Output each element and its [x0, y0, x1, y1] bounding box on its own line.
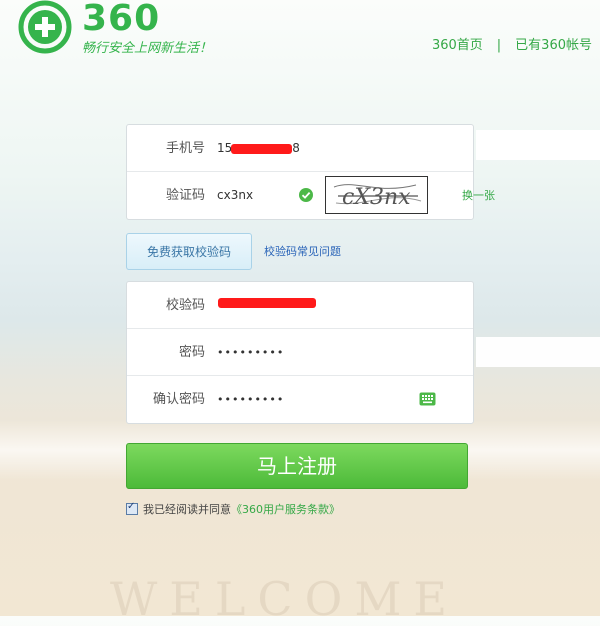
phone-label: 手机号 — [165, 141, 205, 156]
background-strip — [476, 130, 600, 160]
logo-icon — [18, 0, 72, 54]
captcha-image-text: cX3nx — [342, 185, 411, 210]
sand-welcome-text: WELCOME — [110, 572, 459, 626]
phone-suffix: 8 — [292, 141, 300, 155]
confirm-password-label: 确认密码 — [152, 392, 205, 407]
phone-prefix: 15 — [217, 141, 233, 155]
captcha-input[interactable]: cx3nx — [217, 172, 253, 219]
phone-redaction — [231, 144, 292, 154]
captcha-image[interactable]: cX3nx — [325, 176, 428, 214]
check-icon — [299, 188, 313, 202]
verify-code-redaction — [218, 298, 316, 308]
header: 360 畅行安全上网新生活！ 360首页 | 已有360帐号 — [0, 0, 600, 62]
confirm-password-input[interactable]: ••••••••• — [217, 376, 284, 423]
nav-home-link[interactable]: 360首页 — [432, 38, 483, 53]
password-input[interactable]: ••••••••• — [217, 329, 284, 376]
agreement-checkbox[interactable] — [126, 501, 138, 515]
phone-row: 手机号 15 8 — [127, 125, 473, 172]
captcha-label: 验证码 — [165, 188, 205, 203]
password-row: 密码 ••••••••• — [127, 329, 473, 376]
top-nav: 360首页 | 已有360帐号 — [432, 34, 592, 53]
verify-code-row: 校验码 — [127, 282, 473, 329]
code-faq-link[interactable]: 校验码常见问题 — [264, 243, 341, 259]
terms-link[interactable]: 《360用户服务条款》 — [231, 503, 340, 516]
background-strip — [476, 337, 600, 367]
refresh-captcha-link[interactable]: 换一张 — [462, 172, 495, 219]
confirm-password-row: 确认密码 ••••••••• — [127, 376, 473, 423]
logo-text: 360 — [82, 0, 161, 39]
keyboard-icon[interactable] — [419, 392, 436, 406]
password-label: 密码 — [178, 345, 205, 360]
nav-separator: | — [496, 38, 502, 53]
register-button[interactable]: 马上注册 — [126, 443, 468, 489]
slogan: 畅行安全上网新生活！ — [82, 41, 213, 56]
nav-login-link[interactable]: 已有360帐号 — [515, 38, 592, 53]
phone-captcha-group: 手机号 15 8 验证码 cx3nx cX3nx 换一张 — [126, 124, 495, 220]
agreement-text: 我已经阅读并同意 — [143, 503, 231, 516]
captcha-noise: cX3nx — [333, 184, 422, 210]
captcha-row: 验证码 cx3nx cX3nx 换一张 — [127, 172, 495, 219]
get-code-button[interactable]: 免费获取校验码 — [126, 233, 252, 270]
verify-code-label: 校验码 — [165, 298, 205, 313]
password-group: 校验码 密码 ••••••••• 确认密码 ••••••••• — [126, 281, 474, 424]
agreement: 我已经阅读并同意《360用户服务条款》 — [126, 501, 340, 517]
